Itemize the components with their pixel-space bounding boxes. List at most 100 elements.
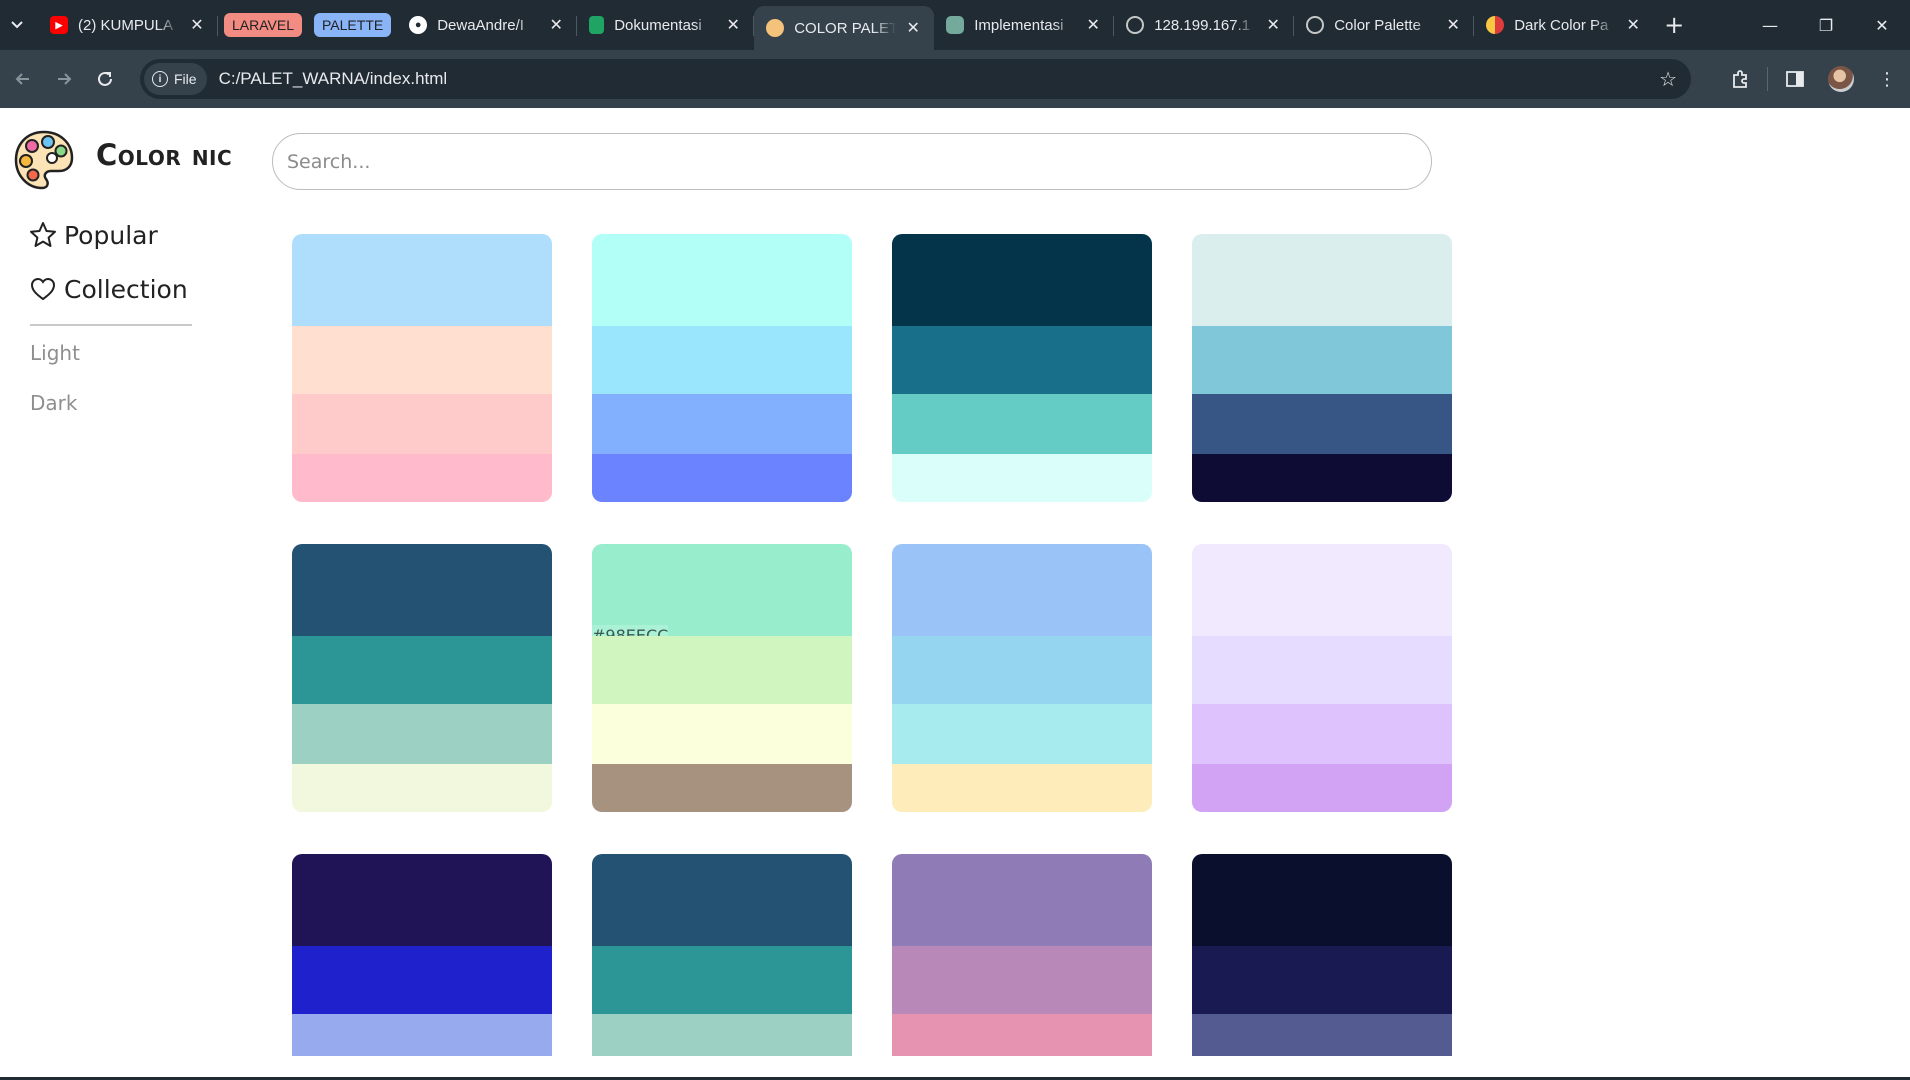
color-swatch[interactable] — [592, 704, 852, 764]
close-tab-icon[interactable]: ✕ — [1442, 15, 1464, 35]
color-swatch[interactable] — [892, 1014, 1152, 1056]
color-swatch[interactable] — [1192, 636, 1452, 704]
restore-icon[interactable]: ❐ — [1798, 0, 1854, 50]
palette-card[interactable] — [292, 544, 552, 812]
close-tab-icon[interactable]: ✕ — [186, 15, 208, 35]
color-swatch[interactable] — [892, 854, 1152, 946]
search-input[interactable] — [287, 150, 1431, 173]
color-swatch[interactable] — [1192, 1014, 1452, 1056]
tab-group-label: LARAVEL — [232, 17, 294, 33]
palette-card[interactable] — [892, 234, 1152, 502]
browser-tab[interactable]: Dark Color Pa ✕ — [1474, 0, 1654, 50]
browser-tab[interactable]: ● DewaAndre/I ✕ — [397, 0, 578, 50]
color-swatch[interactable] — [892, 636, 1152, 704]
nav-collection[interactable]: Collection — [28, 274, 188, 304]
tab-search-chevron-icon[interactable] — [2, 10, 32, 40]
color-swatch[interactable] — [892, 326, 1152, 394]
color-swatch[interactable] — [292, 946, 552, 1014]
color-swatch[interactable] — [592, 636, 852, 704]
palette-card[interactable] — [592, 854, 852, 1056]
color-swatch[interactable] — [892, 454, 1152, 502]
color-swatch[interactable] — [592, 454, 852, 502]
profile-avatar[interactable] — [1828, 66, 1854, 92]
color-swatch[interactable] — [1192, 454, 1452, 502]
color-swatch[interactable] — [592, 234, 852, 326]
color-swatch[interactable] — [1192, 854, 1452, 946]
browser-tab[interactable]: 128.199.167.1 ✕ — [1114, 0, 1295, 50]
extensions-puzzle-icon[interactable] — [1717, 50, 1763, 108]
color-swatch[interactable] — [292, 764, 552, 812]
color-swatch[interactable] — [292, 704, 552, 764]
bookmark-star-icon[interactable]: ☆ — [1659, 67, 1677, 91]
color-swatch[interactable] — [892, 394, 1152, 454]
color-swatch[interactable] — [892, 544, 1152, 636]
more-menu-icon[interactable]: ⋮ — [1864, 50, 1910, 108]
close-tab-icon[interactable]: ✕ — [1622, 15, 1644, 35]
color-swatch[interactable] — [892, 764, 1152, 812]
color-swatch[interactable] — [292, 326, 552, 394]
palette-card[interactable] — [1192, 234, 1452, 502]
close-window-icon[interactable]: ✕ — [1854, 0, 1910, 50]
palette-card[interactable] — [892, 854, 1152, 1056]
reload-icon[interactable] — [87, 61, 123, 97]
color-swatch[interactable] — [592, 394, 852, 454]
browser-tab[interactable]: ▶ (2) KUMPULA ✕ — [38, 0, 218, 50]
color-swatch[interactable] — [1192, 704, 1452, 764]
color-swatch[interactable] — [292, 1014, 552, 1056]
color-swatch[interactable] — [292, 454, 552, 502]
colorhunt-icon — [1486, 16, 1505, 34]
close-tab-icon[interactable]: ✕ — [1262, 15, 1284, 35]
color-swatch[interactable] — [592, 854, 852, 946]
new-tab-plus-icon[interactable]: + — [1654, 11, 1694, 39]
address-bar[interactable]: i File C:/PALET_WARNA/index.html ☆ — [140, 59, 1691, 99]
color-swatch[interactable] — [592, 764, 852, 812]
color-swatch[interactable] — [1192, 764, 1452, 812]
browser-tab[interactable]: Color Palette ✕ — [1294, 0, 1475, 50]
color-swatch[interactable]: #98EECC — [592, 544, 852, 646]
palette-card[interactable] — [1192, 544, 1452, 812]
color-swatch[interactable] — [292, 854, 552, 946]
color-swatch[interactable] — [892, 234, 1152, 326]
palette-card[interactable] — [1192, 854, 1452, 1056]
tab-group-palette[interactable]: PALETTE — [314, 13, 392, 37]
color-swatch[interactable] — [892, 946, 1152, 1014]
forward-arrow-icon[interactable] — [46, 61, 82, 97]
palette-card[interactable]: #98EECC — [592, 544, 852, 812]
color-swatch[interactable] — [292, 636, 552, 704]
category-light[interactable]: Light — [30, 341, 80, 365]
site-info-label: File — [174, 71, 197, 87]
color-swatch[interactable] — [292, 394, 552, 454]
url-text[interactable]: C:/PALET_WARNA/index.html — [219, 69, 448, 89]
minimize-icon[interactable]: — — [1742, 0, 1798, 50]
search-bar[interactable] — [272, 133, 1432, 190]
palette-card[interactable] — [292, 234, 552, 502]
color-swatch[interactable] — [892, 704, 1152, 764]
color-swatch[interactable] — [1192, 544, 1452, 636]
color-swatch[interactable] — [292, 544, 552, 636]
color-swatch[interactable] — [1192, 234, 1452, 326]
color-swatch[interactable] — [592, 946, 852, 1014]
browser-tab[interactable]: Dokumentasi ✕ — [577, 0, 755, 50]
site-info-chip[interactable]: i File — [144, 63, 207, 95]
nav-popular[interactable]: Popular — [28, 220, 158, 250]
close-tab-icon[interactable]: ✕ — [545, 15, 567, 35]
palette-card[interactable] — [892, 544, 1152, 812]
palette-card[interactable] — [592, 234, 852, 502]
close-tab-icon[interactable]: ✕ — [902, 18, 924, 38]
color-swatch[interactable] — [592, 1014, 852, 1056]
category-dark[interactable]: Dark — [30, 391, 77, 415]
color-swatch[interactable] — [1192, 326, 1452, 394]
palette-card[interactable] — [292, 854, 552, 1056]
color-swatch[interactable] — [1192, 394, 1452, 454]
back-arrow-icon[interactable] — [5, 61, 41, 97]
side-panel-icon[interactable] — [1772, 50, 1818, 108]
close-tab-icon[interactable]: ✕ — [1082, 15, 1104, 35]
browser-tab[interactable]: Implementasi ✕ — [934, 0, 1115, 50]
color-swatch[interactable] — [292, 234, 552, 326]
close-tab-icon[interactable]: ✕ — [722, 15, 744, 35]
color-swatch[interactable] — [1192, 946, 1452, 1014]
brand-title[interactable]: Color nic — [96, 138, 232, 172]
color-swatch[interactable] — [592, 326, 852, 394]
browser-tab-active[interactable]: COLOR PALET ✕ — [754, 6, 935, 50]
tab-group-laravel[interactable]: LARAVEL — [224, 13, 302, 37]
